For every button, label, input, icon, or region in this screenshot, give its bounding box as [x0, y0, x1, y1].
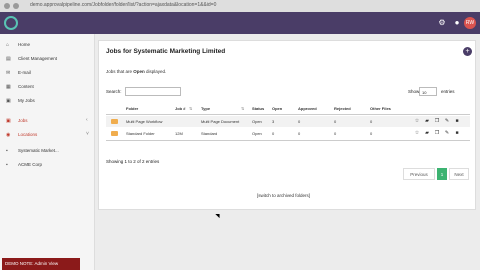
sidebar-item-label: Systematic Market...	[18, 148, 59, 153]
column-header-job[interactable]: Job #	[175, 106, 185, 111]
chevron-down-icon: ˅	[86, 131, 89, 137]
sidebar-item-systematic-marketing[interactable]: ▪ Systematic Market...	[0, 144, 95, 158]
cell-other-files: 0	[370, 119, 373, 124]
sort-icon: ⇅	[241, 106, 245, 111]
table-row[interactable]: Standard Folder 12M Standard Open 0 0 0 …	[106, 128, 470, 139]
sidebar: ⌂ Home ▤ Client Management ✉ E-mail ▦ Co…	[0, 34, 95, 270]
avatar[interactable]: RW	[464, 17, 476, 29]
sidebar-item-content[interactable]: ▦ Content	[0, 80, 95, 94]
jobs-panel: Jobs for Systematic Marketing Limited + …	[98, 40, 476, 210]
filter-description: Jobs that are Open displayed.	[106, 69, 167, 74]
entries-info: Showing 1 to 2 of 2 entries	[106, 159, 160, 164]
sidebar-item-label: Home	[18, 42, 31, 47]
cell-rejected: 0	[334, 131, 337, 136]
mail-icon: ✉	[6, 70, 11, 76]
entries-label: entries	[441, 89, 455, 94]
reload-icon[interactable]	[13, 3, 19, 9]
cell-rejected: 0	[334, 119, 337, 124]
chevron-left-icon: ‹	[86, 117, 88, 123]
folder-open-icon[interactable]: ▰	[424, 130, 430, 136]
previous-page-button[interactable]: Previous	[403, 168, 435, 180]
edit-icon[interactable]: ✎	[444, 130, 450, 136]
cell-status: Open	[252, 131, 262, 136]
cell-other-files: 0	[370, 131, 373, 136]
location-icon: ◉	[6, 132, 11, 138]
entries-select[interactable]: 10	[419, 87, 437, 96]
content-icon: ▦	[6, 84, 11, 90]
demo-note-banner: DEMO NOTE: Admin View	[2, 258, 80, 270]
jobs-icon: ▣	[6, 118, 11, 124]
folder-icon	[111, 119, 118, 124]
cell-open: 0	[272, 131, 275, 136]
column-header-type[interactable]: Type	[201, 106, 210, 111]
mouse-cursor	[215, 211, 222, 219]
archive-icon[interactable]: ■	[454, 130, 460, 136]
column-header-open[interactable]: Open	[272, 106, 282, 111]
sidebar-item-my-jobs[interactable]: ▣ My Jobs	[0, 94, 95, 108]
sidebar-item-label: ACME Corp	[18, 162, 43, 167]
column-header-rejected[interactable]: Rejected	[334, 106, 351, 111]
sidebar-item-label: E-mail	[18, 70, 31, 75]
folder-open-icon[interactable]: ▰	[424, 118, 430, 124]
sidebar-item-home[interactable]: ⌂ Home	[0, 38, 95, 52]
home-icon: ⌂	[6, 42, 10, 48]
settings-icon[interactable]: ⚙	[437, 18, 447, 28]
next-page-button[interactable]: Next	[449, 168, 469, 180]
clipboard-icon: ▤	[6, 56, 11, 62]
cell-approved: 0	[298, 131, 301, 136]
column-header-status[interactable]: Status	[252, 106, 264, 111]
copy-icon[interactable]: ❐	[434, 118, 440, 124]
browser-toolbar: demo.approvalpipeline.com/Jobfolder/fold…	[0, 0, 480, 12]
cell-type: Multi Page Document	[201, 119, 240, 124]
sidebar-item-email[interactable]: ✉ E-mail	[0, 66, 95, 80]
folder-icon	[111, 131, 118, 136]
sort-icon: ⇅	[189, 106, 193, 111]
page-1-button[interactable]: 1	[437, 168, 447, 180]
address-bar[interactable]: demo.approvalpipeline.com/Jobfolder/fold…	[30, 2, 216, 8]
jobs-icon: ▣	[6, 98, 11, 104]
cell-status: Open	[252, 119, 262, 124]
table-row[interactable]: Multi Page Workflow Multi Page Document …	[106, 116, 470, 127]
sidebar-item-jobs[interactable]: ▣ Jobs ‹	[0, 114, 95, 128]
divider	[106, 140, 470, 141]
search-input[interactable]	[125, 87, 181, 96]
sidebar-item-locations[interactable]: ◉ Locations ˅	[0, 128, 95, 142]
app-header: ⚙ ● RW	[0, 12, 480, 34]
sidebar-item-acme-corp[interactable]: ▪ ACME Corp	[0, 158, 95, 172]
sidebar-item-label: Locations	[18, 132, 38, 137]
sidebar-item-client-management[interactable]: ▤ Client Management	[0, 52, 95, 66]
back-icon[interactable]	[4, 3, 10, 9]
sidebar-item-label: Jobs	[18, 118, 28, 123]
app-logo[interactable]	[4, 16, 18, 30]
star-icon[interactable]: ☆	[414, 118, 420, 124]
bell-icon[interactable]: ●	[452, 18, 462, 28]
folder-icon: ▪	[6, 162, 8, 168]
cell-folder[interactable]: Multi Page Workflow	[126, 119, 162, 124]
cell-type: Standard	[201, 131, 218, 136]
archive-icon[interactable]: ■	[454, 118, 460, 124]
divider	[106, 114, 470, 115]
star-icon[interactable]: ☆	[414, 130, 420, 136]
column-header-approved[interactable]: Approved	[298, 106, 317, 111]
cell-open: 3	[272, 119, 275, 124]
edit-icon[interactable]: ✎	[444, 118, 450, 124]
column-header-other-files[interactable]: Other Files	[370, 106, 391, 111]
sidebar-item-label: Client Management	[18, 56, 58, 61]
show-label: Show	[408, 89, 420, 94]
cell-approved: 0	[298, 119, 301, 124]
add-job-button[interactable]: +	[463, 47, 472, 56]
search-label: Search:	[106, 89, 122, 94]
sidebar-item-label: Content	[18, 84, 34, 89]
page-title: Jobs for Systematic Marketing Limited	[106, 48, 226, 55]
copy-icon[interactable]: ❐	[434, 130, 440, 136]
column-header-folder[interactable]: Folder	[126, 106, 138, 111]
archived-folders-link[interactable]: [switch to archived folders]	[257, 193, 310, 198]
folder-icon: ▪	[6, 148, 8, 154]
cell-job: 12M	[175, 131, 183, 136]
sidebar-item-label: My Jobs	[18, 98, 35, 103]
cell-folder[interactable]: Standard Folder	[126, 131, 155, 136]
